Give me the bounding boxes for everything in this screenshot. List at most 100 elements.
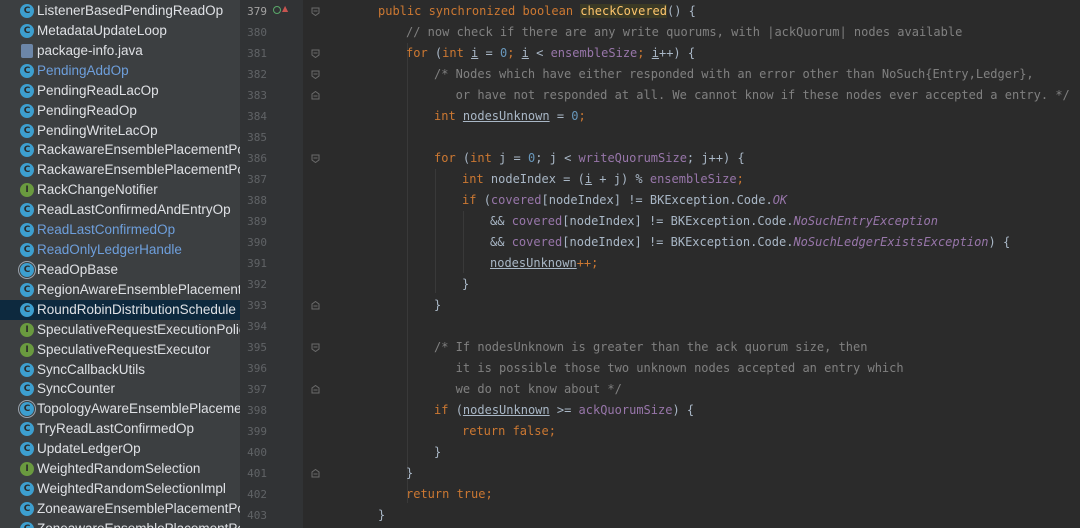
line-number: 395	[247, 341, 267, 354]
line-number: 386	[247, 152, 267, 165]
code-line-395: /* If nodesUnknown is greater than the a…	[434, 340, 868, 354]
tree-item[interactable]: C PendingReadLacOp	[0, 81, 240, 101]
line-number: 381	[247, 47, 267, 60]
line-number: 389	[247, 215, 267, 228]
interface-icon: I	[20, 183, 34, 198]
tree-item-label: SpeculativeRequestExecutionPolic	[37, 321, 240, 337]
editor-gutter: 379 ▲ 380 381 382 383 384 385 386 387 38…	[240, 0, 320, 528]
tree-item-label: ZoneawareEnsemblePlacementPo	[37, 519, 240, 528]
method-name: checkCovered	[580, 4, 667, 18]
tree-item[interactable]: I WeightedRandomSelection	[0, 459, 240, 479]
tree-item-label: package-info.java	[37, 42, 143, 58]
tree-item[interactable]: C SyncCounter	[0, 379, 240, 399]
line-number: 400	[247, 446, 267, 459]
code-line-388: if (covered[nodeIndex] != BKException.Co…	[462, 193, 788, 207]
tree-item[interactable]: I SpeculativeRequestExecutionPolic	[0, 320, 240, 340]
overrides-method-icon[interactable]	[273, 6, 281, 14]
class-icon: C	[20, 4, 34, 18]
tree-item[interactable]: C RackawareEnsemblePlacementPo	[0, 140, 240, 160]
code-line-399: return false;	[462, 424, 556, 438]
tree-item-label: WeightedRandomSelectionImpl	[37, 481, 226, 497]
code-line-387: int nodeIndex = (i + j) % ensembleSize;	[462, 172, 744, 186]
interface-icon: I	[20, 322, 34, 337]
class-icon: C	[20, 442, 34, 457]
line-number: 383	[247, 89, 267, 102]
tree-item[interactable]: package-info.java	[0, 41, 240, 61]
interface-icon: I	[20, 342, 34, 357]
tree-item[interactable]: C RoundRobinDistributionSchedule	[0, 299, 240, 320]
indent-guide	[463, 211, 464, 273]
code-line-379: public synchronized boolean checkCovered…	[378, 4, 696, 18]
code-line-384: int nodesUnknown = 0;	[434, 109, 586, 123]
tree-item[interactable]: C RackawareEnsemblePlacementPo	[0, 160, 240, 180]
tree-item[interactable]: C ReadOpBase	[0, 260, 240, 280]
tree-item-label: ReadOpBase	[37, 261, 119, 277]
class-icon: C	[20, 23, 34, 38]
line-number: 398	[247, 404, 267, 417]
code-line-400: }	[434, 445, 442, 459]
code-line-383: or have not responded at all. We cannot …	[434, 88, 1070, 102]
tree-item[interactable]: CZoneawareEnsemblePlacementPo	[0, 519, 240, 528]
class-icon: C	[20, 482, 34, 497]
line-number: 396	[247, 362, 267, 375]
line-number: 399	[247, 425, 267, 438]
tree-item[interactable]: C RegionAwareEnsemblePlacementI	[0, 280, 240, 300]
tree-item[interactable]: I SpeculativeRequestExecutor	[0, 340, 240, 360]
tree-item[interactable]: C ReadOnlyLedgerHandle	[0, 240, 240, 260]
abstract-class-icon: C	[20, 402, 34, 417]
line-number: 393	[247, 299, 267, 312]
tree-item-label: ZoneawareEnsemblePlacementPo	[37, 501, 240, 516]
tree-item[interactable]: CZoneawareEnsemblePlacementPo	[0, 499, 240, 519]
tree-item[interactable]: C PendingAddOp	[0, 61, 240, 81]
class-icon: C	[20, 521, 34, 528]
tree-item-label: ReadLastConfirmedOp	[37, 222, 176, 238]
code-line-392: }	[462, 277, 470, 291]
line-number: 392	[247, 278, 267, 291]
tree-item-label: PendingWriteLacOp	[37, 122, 158, 138]
tree-item-label: PendingReadOp	[37, 102, 137, 118]
code-line-386: for (int j = 0; j < writeQuorumSize; j++…	[434, 151, 745, 165]
arrow-up-icon: ▲	[282, 4, 289, 13]
code-line-401: }	[406, 466, 414, 480]
tree-item-label: SpeculativeRequestExecutor	[37, 341, 211, 357]
tree-item[interactable]: C ReadLastConfirmedOp	[0, 220, 240, 240]
tree-item-label: RoundRobinDistributionSchedule	[37, 301, 236, 317]
class-icon: C	[20, 123, 34, 138]
tree-item[interactable]: C TopologyAwareEnsemblePlaceme	[0, 399, 240, 419]
tree-item-label: ReadOnlyLedgerHandle	[37, 242, 182, 258]
tree-item[interactable]: C ReadLastConfirmedAndEntryOp	[0, 200, 240, 220]
class-icon: C	[20, 63, 34, 78]
line-number: 380	[247, 26, 267, 39]
class-icon: C	[20, 143, 34, 158]
indent-guide	[435, 169, 436, 293]
tree-item[interactable]: C UpdateLedgerOp	[0, 439, 240, 459]
code-line-382: /* Nodes which have either responded wit…	[434, 67, 1034, 81]
line-number: 403	[247, 509, 267, 522]
tree-item[interactable]: I RackChangeNotifier	[0, 180, 240, 200]
tree-item[interactable]: C PendingReadOp	[0, 101, 240, 121]
abstract-class-icon: C	[20, 262, 34, 277]
tree-item[interactable]: C ListenerBasedPendingReadOp	[0, 1, 240, 21]
tree-item[interactable]: C WeightedRandomSelectionImpl	[0, 479, 240, 499]
tree-item-label: UpdateLedgerOp	[37, 441, 141, 457]
tree-item-label: SyncCounter	[37, 381, 116, 397]
tree-item-label: RackawareEnsemblePlacementPo	[37, 162, 240, 178]
line-number: 391	[247, 257, 267, 270]
code-line-381: for (int i = 0; i < ensembleSize; i++) {	[406, 46, 696, 60]
tree-item-label: PendingAddOp	[37, 62, 129, 78]
tree-item[interactable]: C TryReadLastConfirmedOp	[0, 419, 240, 439]
tree-item[interactable]: C SyncCallbackUtils	[0, 360, 240, 380]
class-icon: C	[20, 502, 34, 516]
line-number: 390	[247, 236, 267, 249]
class-icon: C	[20, 163, 34, 178]
line-number: 397	[247, 383, 267, 396]
tree-item-label: ListenerBasedPendingReadOp	[37, 3, 224, 18]
project-tree: C ListenerBasedPendingReadOp C MetadataUpda…	[0, 0, 240, 528]
code-line-390: && covered[nodeIndex] != BKException.Cod…	[490, 235, 1011, 249]
code-line-397: we do not know about */	[434, 382, 622, 396]
class-icon: C	[20, 203, 34, 218]
tree-item-label: WeightedRandomSelection	[37, 461, 201, 477]
tree-item[interactable]: C PendingWriteLacOp	[0, 121, 240, 141]
tree-item[interactable]: C MetadataUpdateLoop	[0, 21, 240, 41]
code-editor[interactable]: public synchronized boolean checkCovered…	[303, 0, 1080, 528]
